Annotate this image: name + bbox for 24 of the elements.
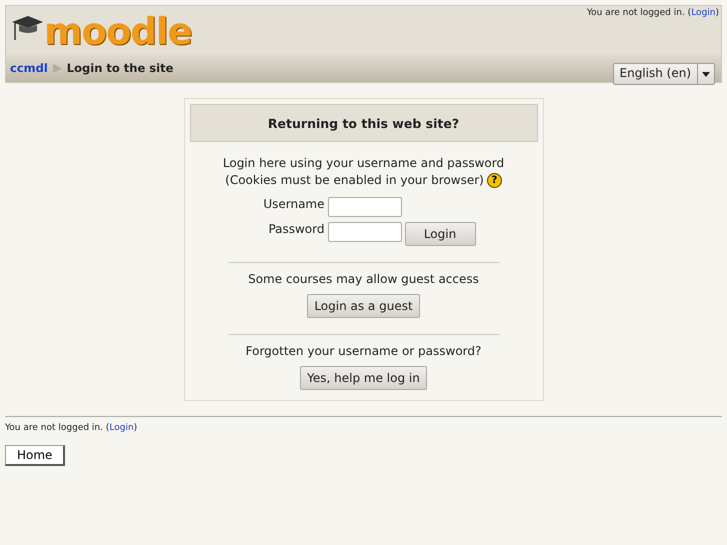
login-status-text: You are not logged in. (Login) [586, 7, 720, 20]
breadcrumb-separator-icon [52, 64, 62, 72]
breadcrumb-link[interactable]: ccmdl [10, 61, 48, 75]
info-text: Forgotten your username or password? [246, 344, 482, 358]
field-label: Password [267, 222, 324, 236]
caret-icon [702, 72, 710, 76]
logo-text: moodle [44, 12, 192, 52]
breadcrumb-text: Login to the site [66, 61, 174, 75]
login-status-text: You are not logged in. (Login) [5, 423, 138, 433]
instruction-text: Login here using your username and password [222, 155, 504, 172]
language-dropdown[interactable]: English (en) [612, 63, 715, 85]
input-field[interactable] [328, 197, 402, 217]
input-field[interactable] [328, 222, 402, 242]
field-label: Username [262, 197, 324, 211]
login-link[interactable]: Login [691, 8, 716, 18]
forgot-password-button[interactable]: Yes, help me log in [300, 366, 427, 390]
info-text: Some courses may allow guest access [248, 272, 479, 286]
login-link[interactable]: Login [109, 423, 134, 433]
login-button[interactable]: Login [404, 222, 476, 246]
home-button[interactable]: Home [5, 445, 66, 466]
help-icon[interactable]: ? [486, 173, 502, 188]
instruction-text: (Cookies must be enabled in your browser) [225, 172, 484, 189]
guest-login-button[interactable]: Login as a guest [307, 294, 420, 318]
panel-title: Returning to this web site? [190, 104, 538, 142]
